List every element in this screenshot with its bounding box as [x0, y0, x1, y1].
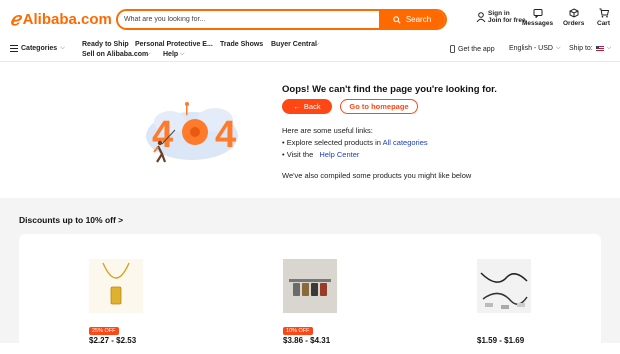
menu-icon: [10, 45, 18, 52]
product-price: $2.27 - $2.53: [89, 336, 137, 345]
back-button[interactable]: ← Back: [282, 99, 332, 114]
user-icon: [476, 12, 486, 23]
error-404-illustration: 4 4: [146, 102, 238, 163]
language-selector[interactable]: English - USD ⌵: [509, 45, 561, 52]
messages-label: Messages: [522, 20, 554, 27]
nav-help[interactable]: Help: [163, 51, 178, 58]
all-categories-link[interactable]: All categories: [383, 138, 428, 147]
ship-to-selector[interactable]: Ship to: ⌵: [569, 45, 611, 52]
visit-line: • Visit the Help Center: [282, 150, 359, 159]
logo-text: Alibaba.com: [22, 10, 112, 28]
nav-ppe[interactable]: Personal Protective E...: [135, 41, 213, 48]
search-button[interactable]: Search: [379, 11, 445, 28]
product-image[interactable]: [283, 259, 337, 313]
phone-icon: [450, 45, 455, 53]
product-image[interactable]: [477, 259, 531, 313]
categories-label: Categories: [21, 45, 58, 52]
cufflinks-image-icon: [289, 279, 331, 296]
message-icon: [533, 9, 543, 18]
nav-sell[interactable]: Sell on Alibaba.com: [82, 51, 148, 58]
get-app-link[interactable]: Get the app: [450, 45, 495, 53]
cart-label: Cart: [597, 20, 611, 27]
discount-badge: 10% OFF: [283, 327, 313, 335]
discounts-title[interactable]: Discounts up to 10% off >: [19, 215, 123, 225]
logo-mark-icon: ℯ: [10, 8, 21, 29]
orders-label: Orders: [563, 20, 585, 27]
header: ℯ Alibaba.com Search Sign in Join for fr…: [0, 0, 620, 38]
search-bar: Search: [116, 9, 447, 30]
back-button-label: Back: [303, 102, 321, 111]
orders-icon: [569, 8, 579, 18]
sign-in-link[interactable]: Sign in: [488, 10, 526, 17]
search-button-label: Search: [405, 15, 432, 24]
nav-ready-to-ship[interactable]: Ready to Ship: [82, 41, 129, 48]
chevron-down-icon: ⌵: [315, 41, 320, 47]
product-price: $1.59 - $1.69: [477, 336, 525, 345]
necklace-image-icon: [102, 262, 130, 305]
compiled-products-text: We've also compiled some products you mi…: [282, 171, 472, 180]
error-title: Oops! We can't find the page you're look…: [282, 84, 497, 95]
chevron-down-icon: ⌵: [180, 51, 185, 57]
cart-icon: [599, 8, 609, 18]
visit-prefix: • Visit the: [282, 150, 314, 159]
useful-links-intro: Here are some useful links:: [282, 126, 373, 135]
chevron-down-icon: ⌵: [555, 45, 561, 51]
homepage-button[interactable]: Go to homepage: [340, 99, 418, 114]
product-price: $3.86 - $4.31: [283, 336, 331, 345]
alibaba-logo[interactable]: ℯ Alibaba.com: [10, 9, 112, 29]
explore-prefix: • Explore selected products in: [282, 138, 381, 147]
explore-line: • Explore selected products in All categ…: [282, 138, 428, 147]
nav-buyer-central[interactable]: Buyer Central: [271, 41, 317, 48]
usb-cables-image-icon: [480, 272, 528, 309]
arrow-left-icon: ←: [293, 102, 301, 111]
language-label: English - USD: [509, 45, 553, 52]
categories-menu[interactable]: Categories ⌵: [10, 45, 65, 52]
join-free-link[interactable]: Join for free: [488, 17, 526, 24]
search-icon: [393, 15, 401, 24]
product-image[interactable]: [89, 259, 143, 313]
cart-button[interactable]: Cart: [597, 8, 610, 27]
get-app-label: Get the app: [458, 45, 495, 53]
us-flag-icon: [595, 46, 604, 51]
account-menu[interactable]: Sign in Join for free: [476, 10, 526, 24]
discount-badge: 25% OFF: [89, 327, 119, 335]
nav-trade-shows[interactable]: Trade Shows: [220, 41, 263, 48]
chevron-down-icon: ⌵: [60, 45, 65, 51]
search-input[interactable]: [118, 11, 379, 28]
svg-text:4: 4: [215, 114, 236, 156]
ship-to-label: Ship to:: [569, 45, 593, 52]
orders-button[interactable]: Orders: [563, 8, 584, 27]
help-center-link[interactable]: Help Center: [319, 150, 359, 159]
chevron-down-icon: ⌵: [606, 45, 612, 51]
chevron-down-icon: ⌵: [146, 51, 151, 57]
nav-bar: Categories ⌵ Ready to Ship Personal Prot…: [0, 40, 620, 62]
messages-button[interactable]: Messages: [522, 8, 553, 27]
